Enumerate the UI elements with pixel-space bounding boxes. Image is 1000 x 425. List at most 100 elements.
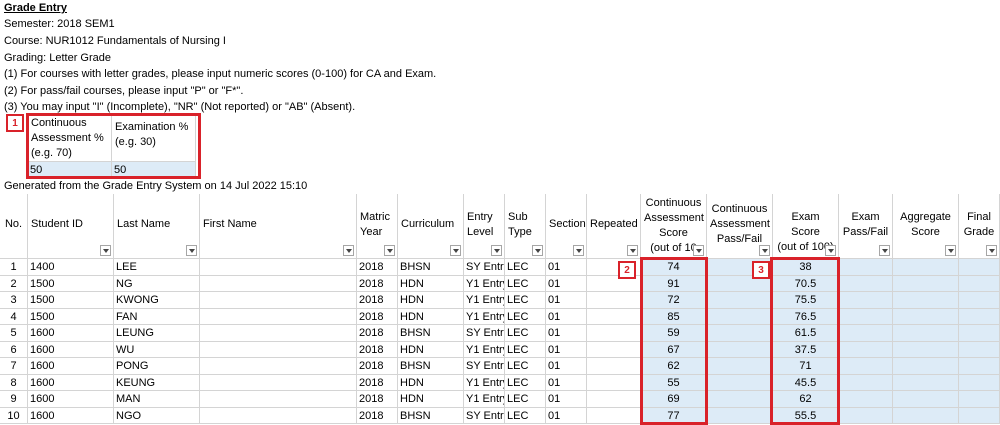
cell-final-grade[interactable] [959, 325, 1000, 342]
col-header-first-name[interactable]: First Name [200, 194, 357, 259]
cell-exam-pass-fail[interactable] [839, 407, 893, 424]
cell-entry-level: Y1 Entry [464, 374, 505, 391]
col-header-no[interactable]: No. [0, 194, 28, 259]
col-header-final-grade[interactable]: Final Grade [959, 194, 1000, 259]
col-header-label: Section [549, 218, 586, 230]
cell-exam-pass-fail[interactable] [839, 275, 893, 292]
cell-exam-pass-fail[interactable] [839, 292, 893, 309]
cell-first-name [200, 325, 357, 342]
cell-section: 01 [546, 325, 587, 342]
filter-dropdown-icon[interactable] [945, 245, 956, 256]
filter-dropdown-icon[interactable] [100, 245, 111, 256]
note-2: (2) For pass/fail courses, please input … [4, 85, 244, 97]
col-header-curriculum[interactable]: Curriculum [398, 194, 464, 259]
annotation-box-ca-scores [640, 257, 708, 425]
cell-exam-pass-fail[interactable] [839, 308, 893, 325]
col-header-label: Curriculum [401, 218, 455, 230]
col-header-ca-pass-fail[interactable]: Continuous Assessment Pass/Fail [707, 194, 773, 259]
cell-aggregate[interactable] [893, 325, 959, 342]
cell-curriculum: HDN [398, 374, 464, 391]
cell-final-grade[interactable] [959, 292, 1000, 309]
col-header-student-id[interactable]: Student ID [28, 194, 114, 259]
cell-final-grade[interactable] [959, 341, 1000, 358]
filter-dropdown-icon[interactable] [343, 245, 354, 256]
cell-sub-type: LEC [505, 358, 546, 375]
cell-final-grade[interactable] [959, 407, 1000, 424]
cell-final-grade[interactable] [959, 374, 1000, 391]
cell-ca-pass-fail[interactable] [707, 308, 773, 325]
cell-final-grade[interactable] [959, 275, 1000, 292]
cell-final-grade[interactable] [959, 308, 1000, 325]
sheet-title: Grade Entry [4, 2, 67, 14]
cell-ca-pass-fail[interactable] [707, 358, 773, 375]
cell-aggregate[interactable] [893, 341, 959, 358]
col-header-ca-score[interactable]: Continuous Assessment Score (out of 10 [641, 194, 707, 259]
col-header-matric-year[interactable]: Matric Year [357, 194, 398, 259]
cell-aggregate[interactable] [893, 275, 959, 292]
cell-no: 5 [0, 325, 28, 342]
col-header-label: Score [911, 226, 940, 238]
filter-dropdown-icon[interactable] [825, 245, 836, 256]
cell-ca-pass-fail[interactable] [707, 292, 773, 309]
col-header-exam-score[interactable]: Exam Score (out of 100) [773, 194, 839, 259]
filter-dropdown-icon[interactable] [986, 245, 997, 256]
cell-ca-pass-fail[interactable] [707, 391, 773, 408]
cell-aggregate[interactable] [893, 391, 959, 408]
col-header-label: Sub [508, 211, 528, 223]
cell-first-name [200, 407, 357, 424]
col-header-label: Continuous [645, 197, 702, 209]
cell-exam-pass-fail[interactable] [839, 391, 893, 408]
filter-dropdown-icon[interactable] [627, 245, 638, 256]
cell-final-grade[interactable] [959, 259, 1000, 276]
cell-exam-pass-fail[interactable] [839, 358, 893, 375]
col-header-section[interactable]: Section [546, 194, 587, 259]
cell-ca-pass-fail[interactable] [707, 341, 773, 358]
col-header-repeated[interactable]: Repeated [587, 194, 641, 259]
cell-final-grade[interactable] [959, 391, 1000, 408]
cell-section: 01 [546, 341, 587, 358]
filter-dropdown-icon[interactable] [384, 245, 395, 256]
cell-entry-level: Y1 Entry [464, 308, 505, 325]
cell-aggregate[interactable] [893, 407, 959, 424]
cell-section: 01 [546, 275, 587, 292]
cell-first-name [200, 358, 357, 375]
filter-dropdown-icon[interactable] [450, 245, 461, 256]
spreadsheet: Grade Entry Semester: 2018 SEM1 Course: … [0, 0, 1000, 425]
cell-curriculum: HDN [398, 391, 464, 408]
filter-dropdown-icon[interactable] [491, 245, 502, 256]
col-header-last-name[interactable]: Last Name [114, 194, 200, 259]
cell-ca-pass-fail[interactable] [707, 407, 773, 424]
filter-dropdown-icon[interactable] [186, 245, 197, 256]
cell-aggregate[interactable] [893, 259, 959, 276]
cell-final-grade[interactable] [959, 358, 1000, 375]
cell-sub-type: LEC [505, 325, 546, 342]
filter-dropdown-icon[interactable] [532, 245, 543, 256]
col-header-sub-type[interactable]: Sub Type [505, 194, 546, 259]
cell-curriculum: HDN [398, 275, 464, 292]
filter-dropdown-icon[interactable] [879, 245, 890, 256]
cell-aggregate[interactable] [893, 374, 959, 391]
cell-exam-pass-fail[interactable] [839, 341, 893, 358]
cell-student-id: 1600 [28, 341, 114, 358]
cell-aggregate[interactable] [893, 292, 959, 309]
cell-first-name [200, 292, 357, 309]
cell-no: 3 [0, 292, 28, 309]
cell-ca-pass-fail[interactable] [707, 325, 773, 342]
col-header-label: First Name [203, 218, 257, 230]
col-header-exam-pass-fail[interactable]: Exam Pass/Fail [839, 194, 893, 259]
cell-exam-pass-fail[interactable] [839, 374, 893, 391]
note-1: (1) For courses with letter grades, plea… [4, 68, 437, 80]
col-header-entry-level[interactable]: Entry Level [464, 194, 505, 259]
cell-exam-pass-fail[interactable] [839, 259, 893, 276]
cell-aggregate[interactable] [893, 308, 959, 325]
filter-dropdown-icon[interactable] [693, 245, 704, 256]
filter-dropdown-icon[interactable] [759, 245, 770, 256]
cell-entry-level: SY Entry [464, 325, 505, 342]
cell-aggregate[interactable] [893, 358, 959, 375]
filter-dropdown-icon[interactable] [573, 245, 584, 256]
cell-ca-pass-fail[interactable] [707, 374, 773, 391]
col-header-label: Aggregate [900, 211, 951, 223]
cell-exam-pass-fail[interactable] [839, 325, 893, 342]
col-header-aggregate[interactable]: Aggregate Score [893, 194, 959, 259]
grading-line: Grading: Letter Grade [4, 52, 112, 64]
